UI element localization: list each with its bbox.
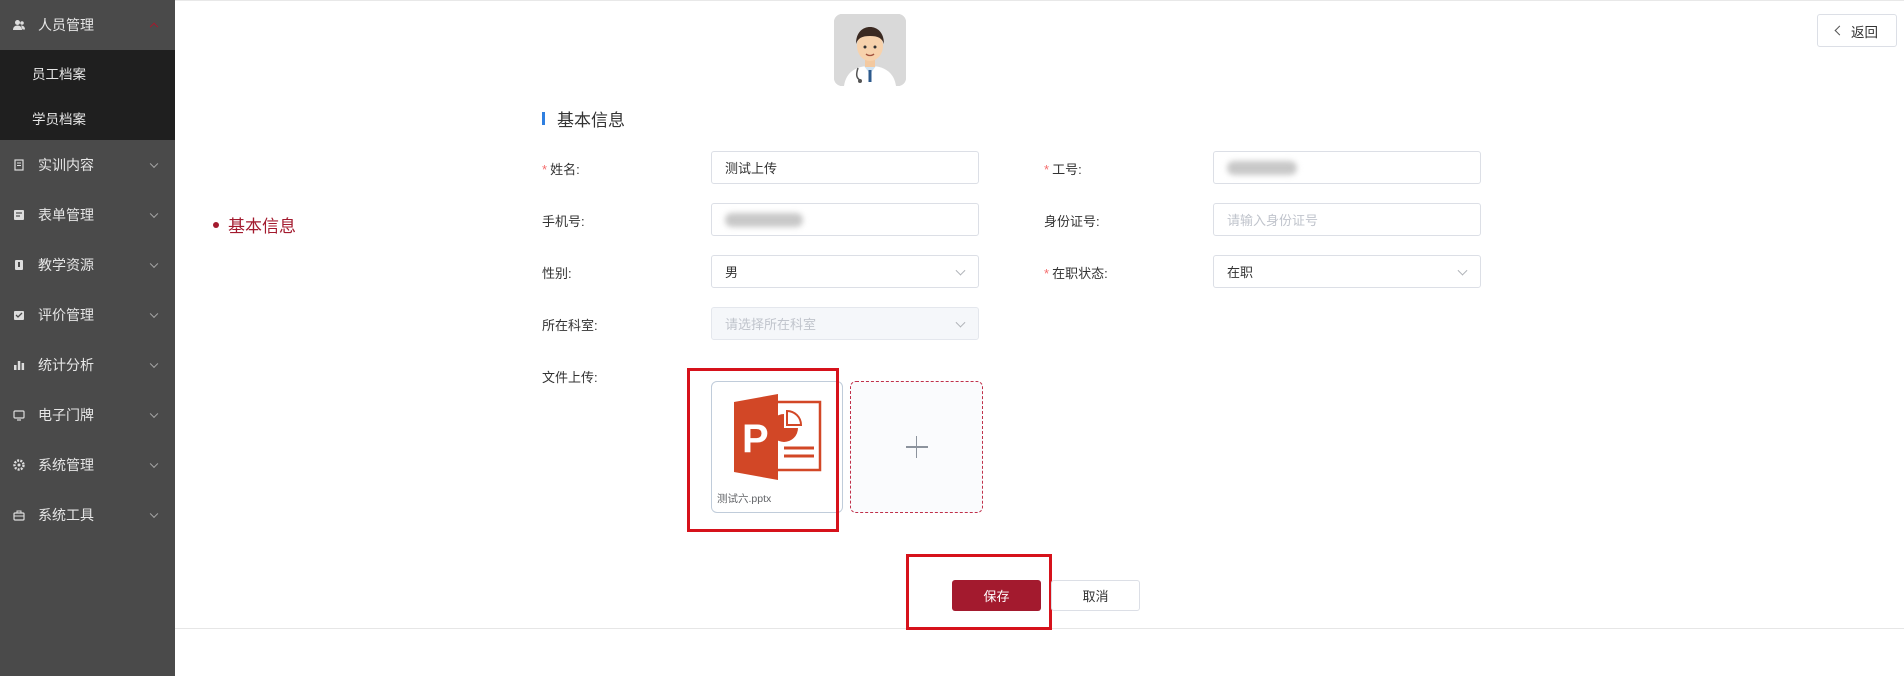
highlight-box-file [687,368,839,532]
anchor-nav-basic-info[interactable]: 基本信息 [213,212,296,237]
department-placeholder: 请选择所在科室 [725,317,817,332]
chevron-down-icon [149,409,159,419]
employment-status-select[interactable]: 在职 [1213,255,1481,288]
save-button[interactable]: 保存 [952,580,1041,611]
department-label: 所在科室: [542,318,598,333]
evaluation-icon [12,308,26,322]
sidebar-item-label: 评价管理 [38,307,94,323]
sidebar-item-teaching-resources[interactable]: 教学资源 [0,240,175,290]
chevron-down-icon [149,509,159,519]
redacted-value [1227,160,1297,175]
anchor-dot [213,221,219,228]
sidebar-item-label: 实训内容 [38,157,94,173]
required-mark: * [1044,162,1050,177]
sidebar-item-digital-signage[interactable]: 电子门牌 [0,390,175,440]
sidebar-item-training[interactable]: 实训内容 [0,140,175,190]
chevron-down-icon [149,359,159,369]
form-icon [12,208,26,222]
submenu-item-label: 员工档案 [32,66,86,82]
chevron-left-icon [1834,25,1845,36]
chevron-down-icon [1457,265,1468,276]
department-select: 请选择所在科室 [711,307,979,340]
doctor-avatar-icon [834,14,906,86]
chevron-up-icon [149,22,159,32]
save-button-label: 保存 [983,589,1010,604]
id-card-input[interactable]: 请输入身份证号 [1213,203,1481,236]
section-title-bar [542,112,545,125]
sidebar-item-label: 教学资源 [38,257,94,273]
sidebar-item-evaluation[interactable]: 评价管理 [0,290,175,340]
gender-select[interactable]: 男 [711,255,979,288]
id-card-label: 身份证号: [1044,214,1100,229]
sidebar: 人员管理 员工档案 学员档案 实训内容 表单管理 教学资源 评价管理 统计分析 … [0,0,175,676]
chevron-down-icon [149,459,159,469]
toolbox-icon [12,508,26,522]
submenu-personnel: 员工档案 学员档案 [0,50,175,140]
sidebar-item-label: 电子门牌 [38,407,94,423]
sidebar-item-label: 系统管理 [38,457,94,473]
name-label: * 姓名: [542,162,580,177]
gender-label: 性别: [542,266,572,281]
sidebar-item-label: 表单管理 [38,207,94,223]
anchor-nav-label: 基本信息 [228,217,296,236]
bar-chart-icon [12,358,26,372]
required-mark: * [542,162,548,177]
id-card-placeholder: 请输入身份证号 [1227,213,1319,228]
back-button-label: 返回 [1851,24,1878,40]
submenu-item-label: 学员档案 [32,111,86,127]
sidebar-item-label: 系统工具 [38,507,94,523]
section-title: 基本信息 [542,106,625,131]
employment-status-value: 在职 [1227,265,1254,280]
chevron-down-icon [149,259,159,269]
document-icon [12,158,26,172]
main-content [175,0,1904,628]
sidebar-item-label: 人员管理 [38,17,94,33]
chevron-down-icon [149,209,159,219]
file-upload-label: 文件上传: [542,370,598,385]
redacted-value [725,212,803,227]
phone-label: 手机号: [542,214,585,229]
sidebar-item-personnel[interactable]: 人员管理 [0,0,175,50]
employee-id-label: * 工号: [1044,162,1082,177]
sidebar-item-system-tools[interactable]: 系统工具 [0,490,175,540]
user-icon [12,18,26,32]
footer-area [175,628,1904,676]
gender-select-value: 男 [725,265,739,280]
name-input[interactable]: 测试上传 [711,151,979,184]
plus-icon [905,436,928,458]
back-button[interactable]: 返回 [1817,14,1897,47]
chevron-down-icon [149,309,159,319]
required-mark: * [1044,266,1050,281]
sidebar-item-system-management[interactable]: 系统管理 [0,440,175,490]
chevron-down-icon [955,317,966,328]
cancel-button-label: 取消 [1082,589,1109,604]
gear-icon [12,458,26,472]
sidebar-item-forms[interactable]: 表单管理 [0,190,175,240]
employee-id-input[interactable] [1213,151,1481,184]
cancel-button[interactable]: 取消 [1051,580,1140,611]
submenu-item-employee-records[interactable]: 员工档案 [0,50,175,95]
monitor-icon [12,408,26,422]
submenu-item-student-records[interactable]: 学员档案 [0,95,175,140]
phone-input[interactable] [711,203,979,236]
sidebar-item-statistics[interactable]: 统计分析 [0,340,175,390]
add-file-button[interactable] [850,381,983,513]
name-input-value: 测试上传 [725,161,778,176]
book-icon [12,258,26,272]
section-title-text: 基本信息 [557,111,625,130]
employment-status-label: * 在职状态: [1044,266,1108,281]
chevron-down-icon [955,265,966,276]
sidebar-item-label: 统计分析 [38,357,94,373]
chevron-down-icon [149,159,159,169]
